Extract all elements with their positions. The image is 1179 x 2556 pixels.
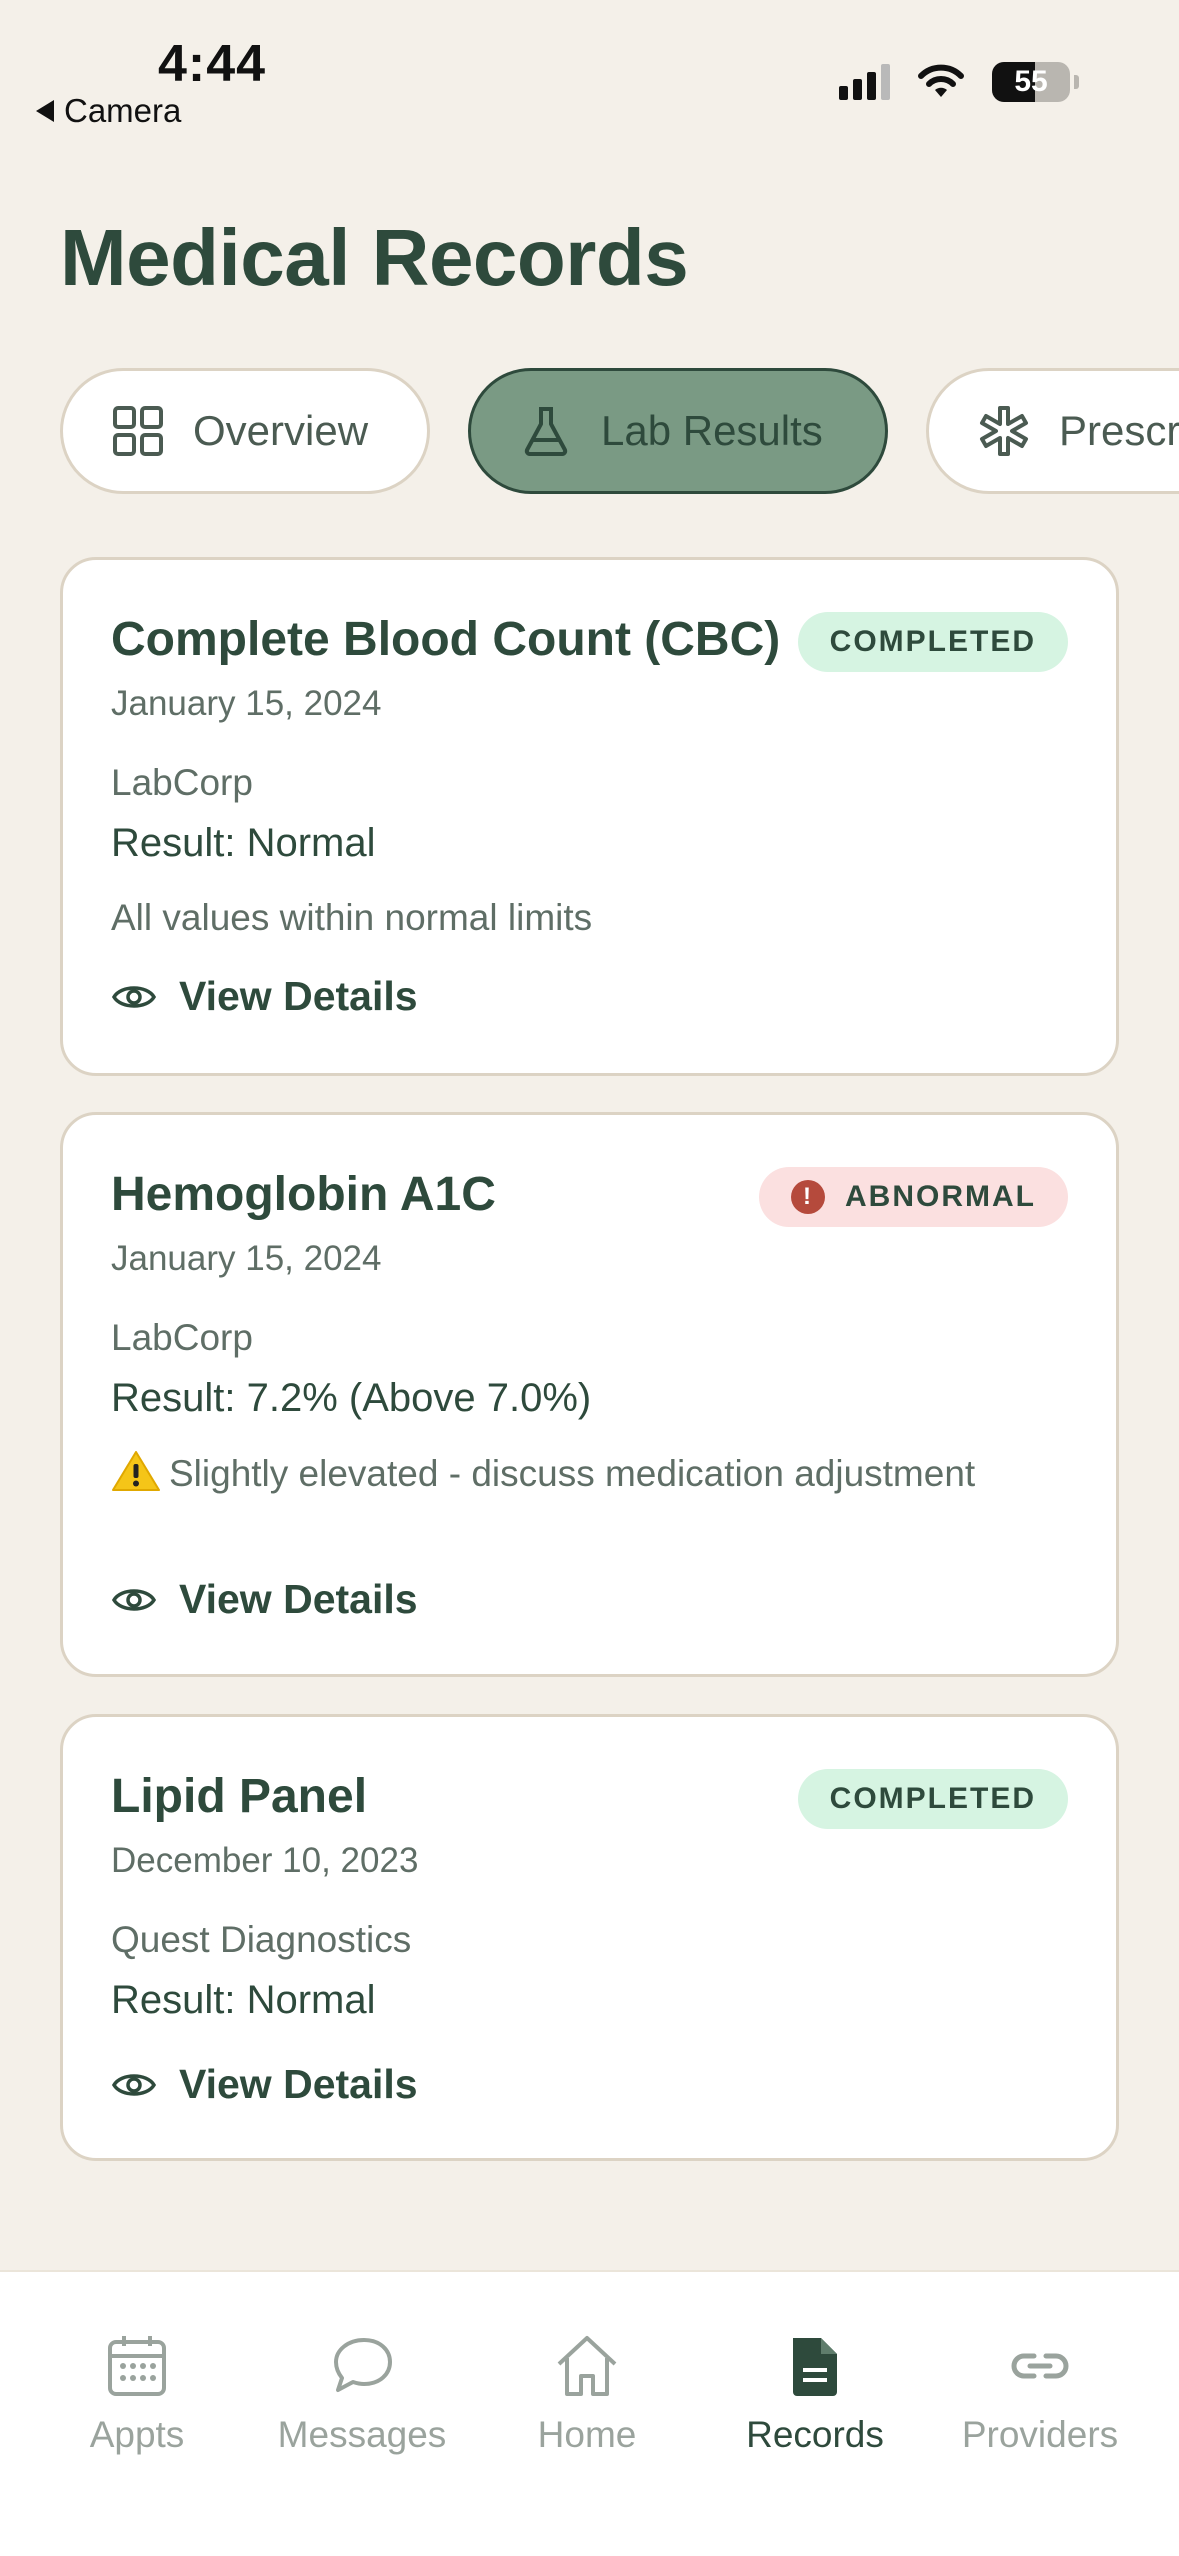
tab-overview[interactable]: Overview xyxy=(60,368,430,494)
alert-icon: ! xyxy=(791,1180,826,1214)
view-details-button[interactable]: View Details xyxy=(111,973,418,1020)
lab-result-card[interactable]: Hemoglobin A1C ! ABNORMAL January 15, 20… xyxy=(60,1112,1119,1677)
record-tabs: Overview Lab Results Prescriptions xyxy=(60,368,1179,496)
nav-messages[interactable]: Messages xyxy=(252,2332,472,2456)
test-date: January 15, 2024 xyxy=(111,684,382,723)
medical-star-icon xyxy=(980,406,1028,456)
view-details-label: View Details xyxy=(179,973,418,1019)
bottom-nav: Appts Messages Home Records Providers xyxy=(0,2270,1179,2556)
calendar-icon xyxy=(108,2336,166,2396)
view-details-label: View Details xyxy=(179,1576,418,1622)
nav-records[interactable]: Records xyxy=(705,2332,925,2456)
status-text: COMPLETED xyxy=(829,625,1036,658)
view-details-button[interactable]: View Details xyxy=(111,2061,418,2108)
back-arrow-icon xyxy=(36,100,54,122)
nav-label: Appts xyxy=(89,2414,185,2455)
home-icon xyxy=(557,2336,617,2396)
eye-icon xyxy=(111,2073,157,2096)
tab-label: Prescriptions xyxy=(1059,407,1179,454)
back-to-camera-link[interactable]: Camera xyxy=(36,92,181,130)
status-bar: 4:44 Camera 55 xyxy=(0,0,1179,140)
view-details-button[interactable]: View Details xyxy=(111,1576,418,1623)
tab-label: Lab Results xyxy=(601,407,823,454)
tab-prescriptions[interactable]: Prescriptions xyxy=(926,368,1179,494)
battery-cap xyxy=(1074,75,1079,89)
view-details-label: View Details xyxy=(179,2061,418,2107)
test-date: December 10, 2023 xyxy=(111,1841,419,1880)
nav-label: Records xyxy=(746,2414,884,2455)
status-text: COMPLETED xyxy=(829,1782,1036,1815)
status-text: ABNORMAL xyxy=(845,1180,1036,1213)
test-result: Result: 7.2% (Above 7.0%) xyxy=(111,1376,592,1420)
wifi-icon xyxy=(918,64,964,97)
battery-level: 55 xyxy=(1014,65,1048,98)
cellular-signal-icon xyxy=(839,64,890,100)
eye-icon xyxy=(111,985,157,1008)
result-note: Slightly elevated - discuss medication a… xyxy=(169,1453,976,1494)
nav-label: Messages xyxy=(277,2414,447,2455)
nav-appts[interactable]: Appts xyxy=(27,2332,247,2456)
nav-providers[interactable]: Providers xyxy=(930,2332,1150,2456)
eye-icon xyxy=(111,1588,157,1611)
test-date: January 15, 2024 xyxy=(111,1239,382,1278)
flask-icon xyxy=(524,407,568,456)
result-note-row: Slightly elevated - discuss medication a… xyxy=(111,1450,1011,1497)
link-icon xyxy=(1011,2353,1069,2379)
lab-result-card[interactable]: Lipid Panel COMPLETED December 10, 2023 … xyxy=(60,1714,1119,2161)
lab-result-card[interactable]: Complete Blood Count (CBC) COMPLETED Jan… xyxy=(60,557,1119,1076)
test-result: Result: Normal xyxy=(111,821,376,865)
status-badge: COMPLETED xyxy=(797,1769,1068,1829)
nav-home[interactable]: Home xyxy=(477,2332,697,2456)
back-label: Camera xyxy=(64,92,182,129)
warning-icon xyxy=(112,1451,160,1491)
grid-icon xyxy=(113,406,163,456)
status-time: 4:44 xyxy=(158,35,267,93)
status-badge: ! ABNORMAL xyxy=(759,1167,1068,1227)
battery-icon: 55 xyxy=(992,62,1070,102)
result-note: All values within normal limits xyxy=(111,897,593,938)
document-icon xyxy=(793,2338,837,2396)
lab-name: LabCorp xyxy=(111,1317,253,1358)
nav-label: Home xyxy=(537,2414,637,2455)
test-name: Complete Blood Count (CBC) xyxy=(111,613,781,666)
tab-label: Overview xyxy=(193,407,369,454)
test-name: Lipid Panel xyxy=(111,1770,368,1823)
lab-name: Quest Diagnostics xyxy=(111,1919,412,1960)
test-name: Hemoglobin A1C xyxy=(111,1168,496,1221)
lab-name: LabCorp xyxy=(111,762,253,803)
chat-bubble-icon xyxy=(334,2338,392,2392)
status-icons: 55 xyxy=(839,62,1079,102)
nav-label: Providers xyxy=(961,2414,1119,2455)
status-badge: COMPLETED xyxy=(797,612,1068,672)
test-result: Result: Normal xyxy=(111,1978,376,2022)
page-title: Medical Records xyxy=(60,213,689,302)
tab-lab-results[interactable]: Lab Results xyxy=(468,368,888,494)
